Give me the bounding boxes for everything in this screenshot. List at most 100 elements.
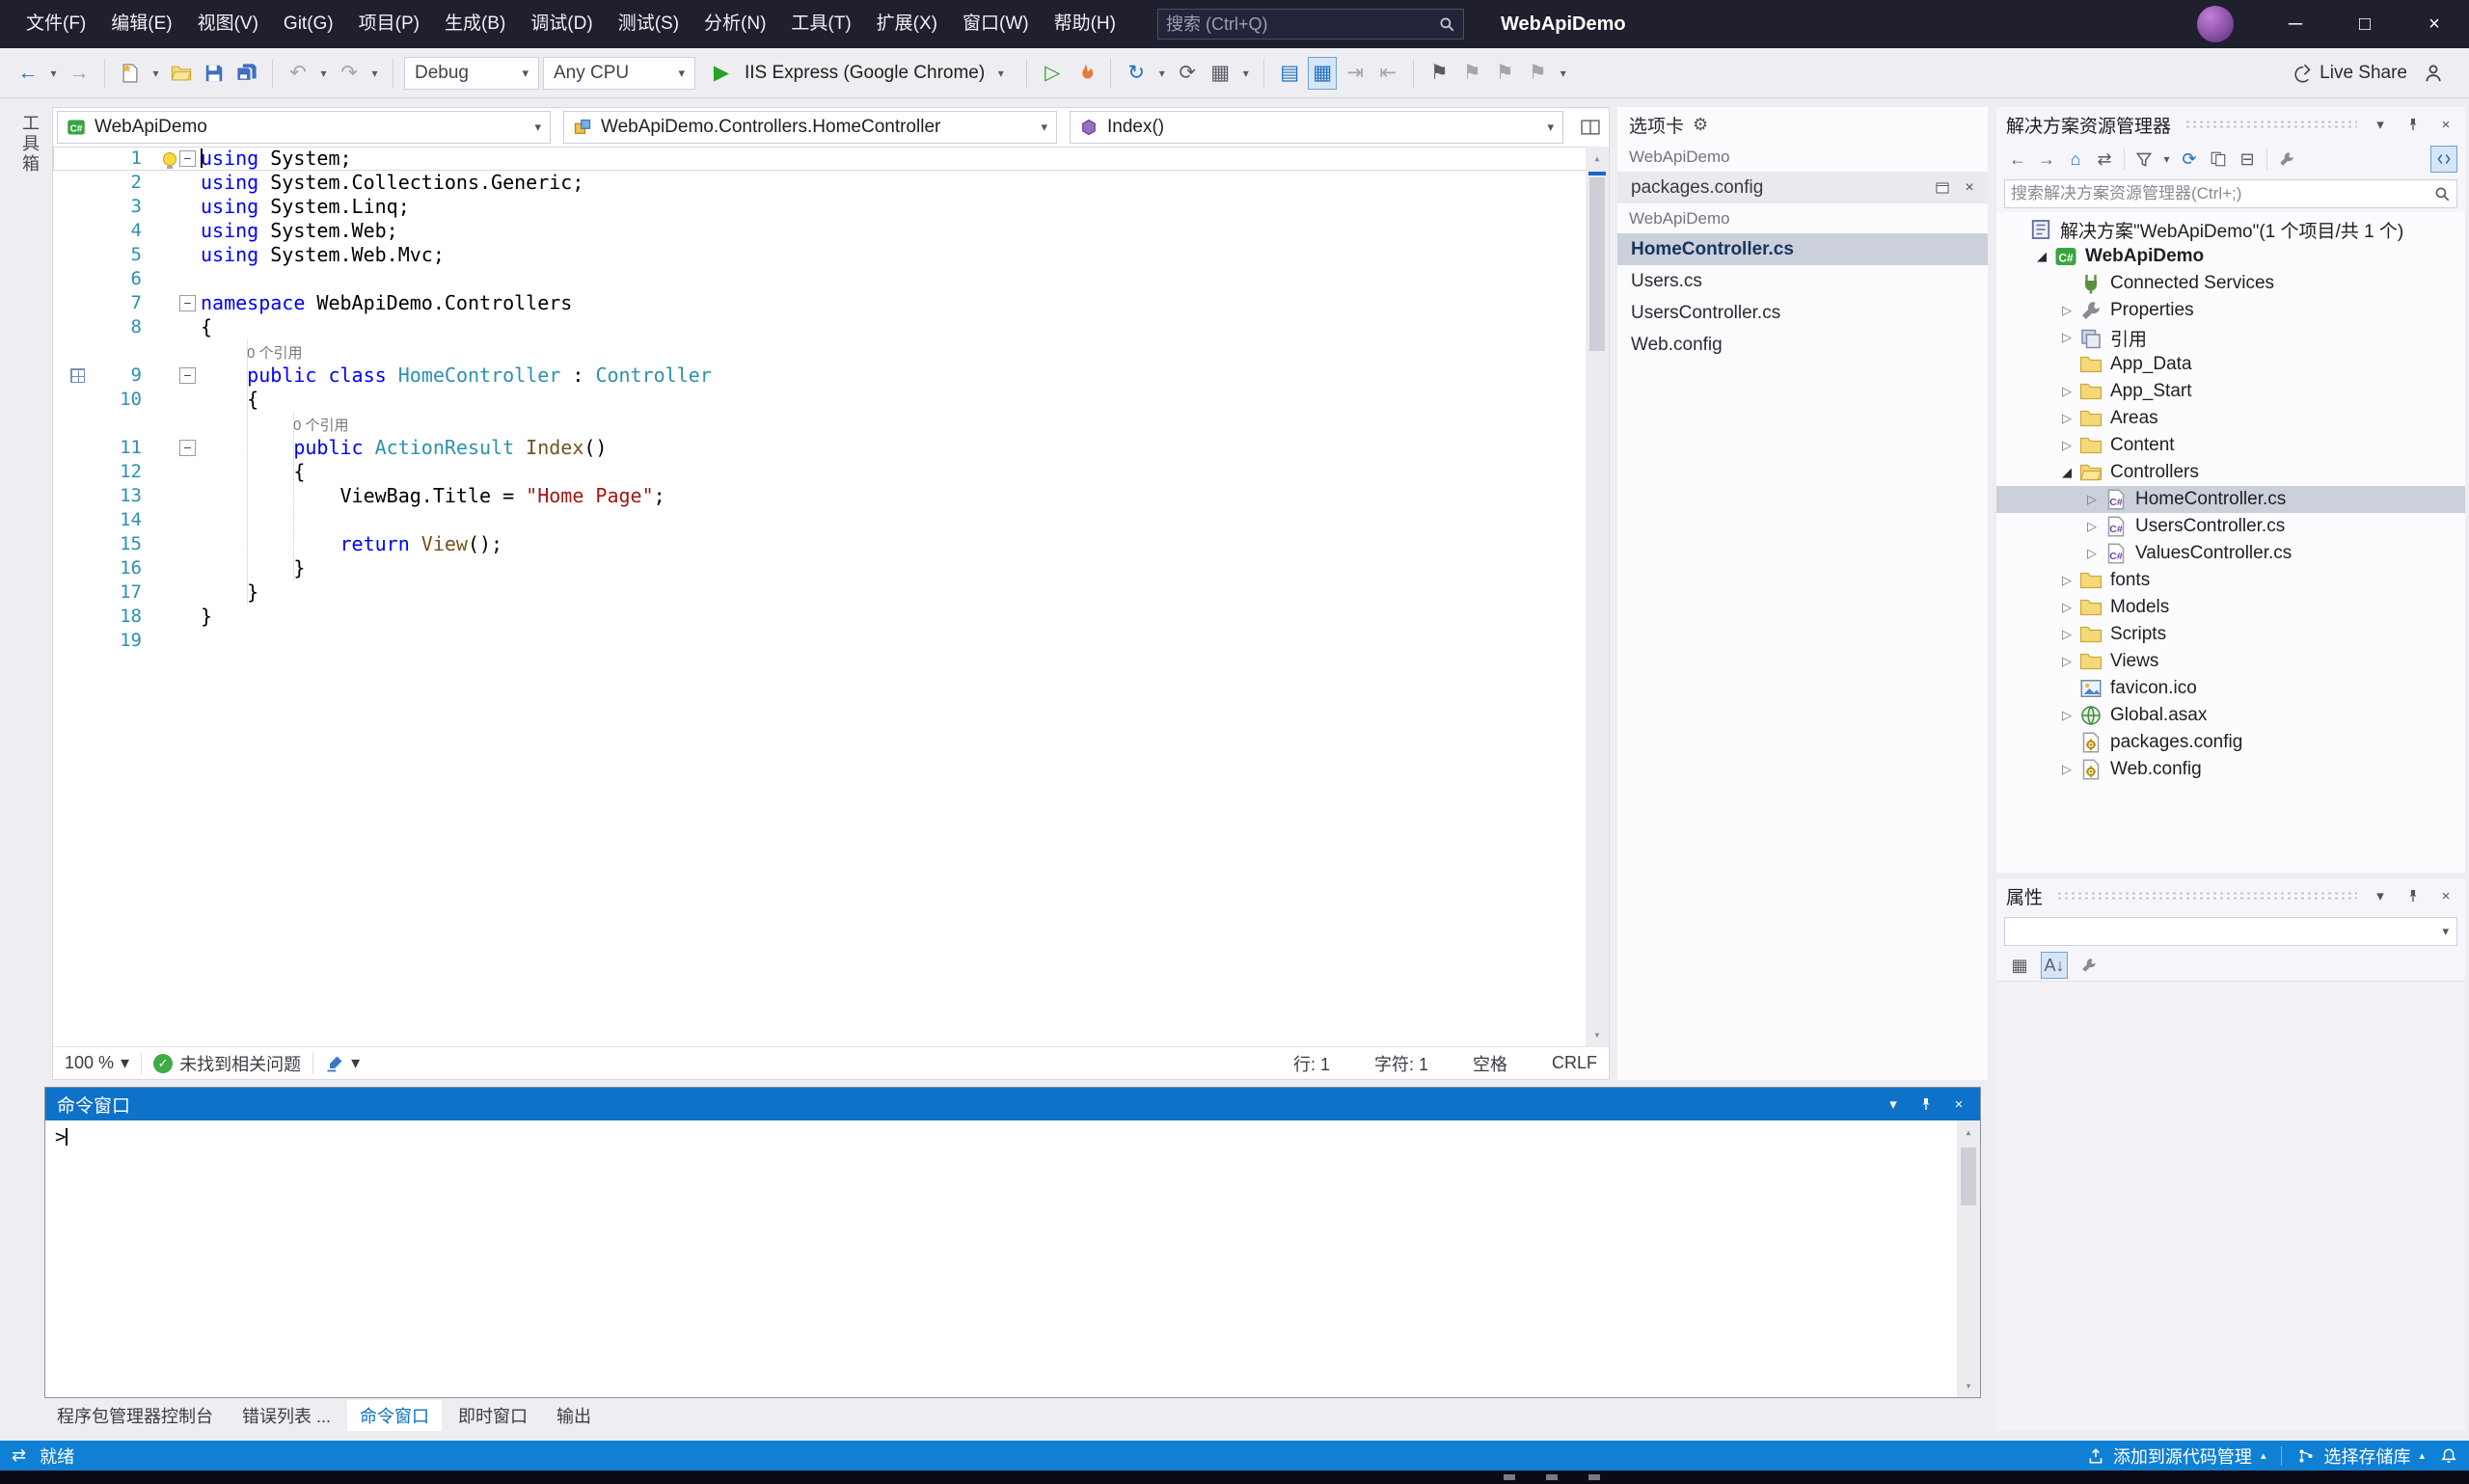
browser-link-refresh-button[interactable]: ⟳ [1173,57,1202,90]
close-icon[interactable]: × [2436,886,2455,905]
document-tab[interactable]: Web.config [1617,329,1988,361]
navigate-forward-button[interactable]: → [65,57,94,90]
document-tab[interactable]: packages.config× [1617,172,1988,203]
pin-icon[interactable] [2403,115,2423,134]
tree-item[interactable]: App_Data [1996,351,2465,378]
properties-titlebar[interactable]: 属性 ▾ × [1996,878,2465,913]
fold-collapse-button[interactable]: − [179,367,196,384]
pending-changes-filter-icon[interactable] [2130,146,2157,173]
tree-item[interactable]: ◢C#WebApiDemo [1996,243,2465,270]
editor-list-button[interactable]: ▤ [1275,57,1304,90]
start-debugging-button[interactable]: ▶ IIS Express (Google Chrome) ▾ [699,57,1016,90]
tree-item[interactable]: 解决方案"WebApiDemo"(1 个项目/共 1 个) [1996,216,2465,243]
menu-item[interactable]: 帮助(H) [1042,0,1128,48]
tree-item[interactable]: ◢Controllers [1996,459,2465,486]
user-avatar[interactable] [2197,6,2234,42]
code-line[interactable]: 7−namespace WebApiDemo.Controllers [53,291,1609,315]
clear-bookmarks-button[interactable]: ⚑ [1523,57,1552,90]
code-line[interactable]: 16 } [53,556,1609,580]
code-line[interactable]: 5using System.Web.Mvc; [53,243,1609,267]
solution-search-input[interactable] [2011,184,2433,203]
tree-item[interactable]: ▷Areas [1996,405,2465,432]
refresh-icon[interactable]: ⟳ [2176,146,2203,173]
editor-margin-grid-icon[interactable] [70,368,85,383]
fold-collapse-button[interactable]: − [179,150,196,167]
maximize-button[interactable]: □ [2330,0,2400,48]
previous-bookmark-button[interactable]: ⚑ [1457,57,1486,90]
tree-item[interactable]: ▷Scripts [1996,621,2465,648]
expander-icon[interactable]: ▷ [2079,546,2104,561]
add-to-source-control-button[interactable]: 添加到源代码管理 ▴ [2087,1444,2266,1469]
scrollbar-thumb[interactable] [1589,177,1605,351]
code-line[interactable]: 18} [53,605,1609,629]
expander-icon[interactable]: ▷ [2054,600,2079,615]
live-share-button[interactable]: Live Share [2293,63,2407,84]
toolbar-overflow-button[interactable]: ▾ [1556,67,1570,80]
navigate-back-button[interactable]: ← [14,57,42,90]
refresh-button[interactable]: ↻ [1122,57,1151,90]
tree-item[interactable]: ▷Models [1996,594,2465,621]
eol-indicator[interactable]: CRLF [1552,1053,1597,1073]
feedback-button[interactable] [2419,57,2448,90]
code-line[interactable]: 11− public ActionResult Index() [53,436,1609,460]
background-tasks-icon[interactable]: ⇄ [12,1445,26,1466]
line-indicator[interactable]: 行: 1 [1293,1051,1330,1076]
toggle-bookmark-button[interactable]: ⚑ [1424,57,1453,90]
scroll-down-icon[interactable]: ▾ [1957,1374,1980,1397]
menu-item[interactable]: 文件(F) [14,0,98,48]
dock-preview-icon[interactable] [1934,179,1951,197]
chevron-down-icon[interactable]: ▾ [367,67,382,80]
code-line[interactable]: 13 ViewBag.Title = "Home Page"; [53,484,1609,508]
document-health-indicator[interactable]: ✓ 未找到相关问题 [153,1051,301,1076]
new-item-button[interactable] [116,57,145,90]
chevron-down-icon[interactable]: ▾ [2371,886,2390,905]
menu-item[interactable]: 生成(B) [432,0,518,48]
close-tab-icon[interactable]: × [1961,179,1978,197]
code-line[interactable]: 6 [53,267,1609,291]
menu-item[interactable]: 工具(T) [778,0,863,48]
menu-item[interactable]: 项目(P) [346,0,432,48]
redo-button[interactable]: ↷ [335,57,364,90]
expander-icon[interactable]: ▷ [2054,303,2079,318]
tree-item[interactable]: ▷Properties [1996,297,2465,324]
expander-icon[interactable]: ▷ [2054,330,2079,345]
close-icon[interactable]: × [2436,115,2455,134]
code-line[interactable]: 17 } [53,580,1609,605]
editor-vertical-scrollbar[interactable]: ▴ ▾ [1586,147,1609,1046]
expander-icon[interactable]: ▷ [2054,384,2079,399]
expander-icon[interactable]: ▷ [2054,438,2079,453]
collapse-all-icon[interactable]: ⊟ [2234,146,2261,173]
menu-item[interactable]: 调试(D) [518,0,605,48]
select-repository-button[interactable]: 选择存储库 ▴ [2297,1444,2425,1469]
chevron-down-icon[interactable]: ▾ [149,67,163,80]
back-icon[interactable]: ← [2004,146,2031,173]
expander-icon[interactable]: ◢ [2029,249,2054,264]
code-line[interactable]: 14 [53,508,1609,532]
undo-button[interactable]: ↶ [284,57,312,90]
menu-item[interactable]: 窗口(W) [950,0,1042,48]
document-tab[interactable]: UsersController.cs [1617,297,1988,329]
code-line[interactable]: 10 { [53,388,1609,412]
code-line[interactable]: 19 [53,629,1609,653]
panel-tab[interactable]: 输出 [544,1400,604,1431]
outdent-button[interactable]: ⇤ [1373,57,1402,90]
document-tab[interactable]: Users.cs [1617,265,1988,297]
scroll-up-icon[interactable]: ▴ [1586,147,1609,170]
close-button[interactable]: × [2400,0,2469,48]
code-line[interactable]: 2using System.Collections.Generic; [53,171,1609,195]
codelens-row[interactable]: 0 个引用 [53,412,1609,436]
save-button[interactable] [200,57,229,90]
tree-item[interactable]: ▷Content [1996,432,2465,459]
code-line[interactable]: 8{ [53,315,1609,339]
quick-actions-lightbulb-icon[interactable] [163,152,176,166]
minimize-button[interactable]: ─ [2261,0,2330,48]
tree-item[interactable]: ▷App_Start [1996,378,2465,405]
tree-item[interactable]: ▷C#HomeController.cs [1996,486,2465,513]
property-pages-icon[interactable] [2076,952,2103,979]
expander-icon[interactable]: ▷ [2054,627,2079,642]
tree-item[interactable]: ▷fonts [1996,567,2465,594]
solution-platform-select[interactable]: Any CPU ▾ [543,57,695,90]
fold-collapse-button[interactable]: − [179,440,196,456]
alphabetical-view-icon[interactable]: A↓ [2041,952,2068,979]
expander-icon[interactable]: ▷ [2054,411,2079,426]
